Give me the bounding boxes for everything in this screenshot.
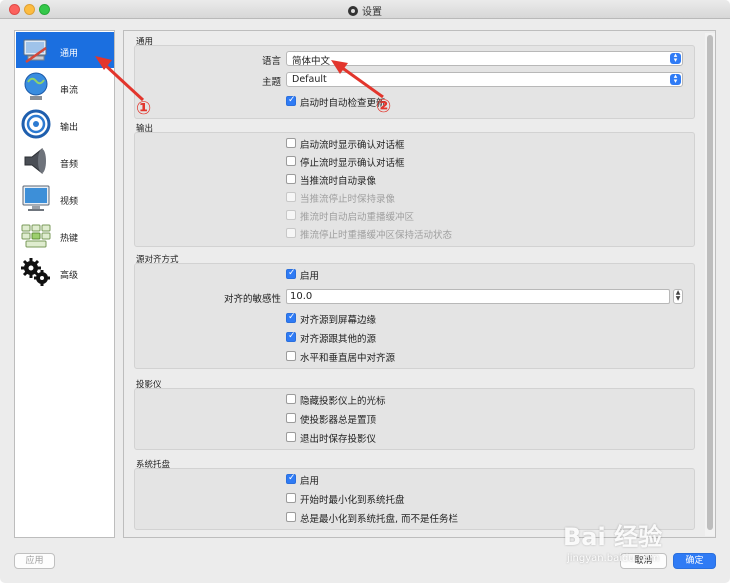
checkbox-box (286, 473, 296, 484)
advanced-icon (21, 258, 50, 286)
sidebar-item-hotkeys[interactable]: 热键 (16, 217, 114, 253)
sidebar-item-label: 高级 (60, 271, 79, 281)
output-icon (21, 109, 51, 139)
general-group: 语言 简体中文 ▴▾ 主题 Default ▴▾ 启动时自动检查更新 (134, 45, 695, 119)
checkbox-box (286, 394, 296, 404)
snap-sensitivity-value: 10.0 (290, 291, 313, 302)
checkbox-box (286, 138, 296, 148)
checkbox-label: 启动流时显示确认对话框 (300, 140, 405, 151)
sidebar-item-general[interactable]: 通用 (16, 32, 114, 68)
checkbox-label: 启用 (300, 271, 320, 282)
snap-sensitivity-label: 对齐的敏感性 (223, 294, 281, 305)
settings-window: 设置 通用 串流 输出 音频 视频 热键 高级 通用 语言 简体中文 ▴ ▾ 主… (0, 0, 730, 583)
general-icon (23, 39, 47, 64)
checkbox-box (286, 512, 296, 522)
checkbox-label: 退出时保存投影仪 (300, 434, 377, 445)
checkbox-box (286, 413, 296, 423)
checkbox-label: 推流时自动启动重播缓冲区 (300, 212, 415, 223)
checkbox-box (286, 95, 296, 106)
checkbox-box (286, 156, 296, 166)
chevron-updown-icon: ▴ ▾ (670, 73, 681, 85)
theme-label: 主题 (261, 77, 281, 88)
settings-sidebar: 通用 串流 输出 音频 视频 热键 高级 (14, 30, 115, 538)
language-value: 简体中文 (292, 56, 331, 67)
language-select[interactable]: 简体中文 ▴ ▾ (286, 51, 683, 67)
scrollbar-thumb[interactable] (707, 35, 713, 530)
checkbox-label: 总是最小化到系统托盘, 而不是任务栏 (300, 514, 459, 525)
checkbox-label: 当推流停止时保持录像 (300, 194, 396, 205)
title-bar: 设置 (0, 0, 730, 19)
checkbox-box (286, 312, 296, 323)
audio-icon (24, 147, 46, 175)
checkbox-box (286, 493, 296, 503)
checkbox-label: 当推流时自动录像 (300, 176, 377, 187)
sidebar-item-label: 通用 (60, 49, 79, 59)
window-title-wrap: 设置 (0, 3, 730, 18)
checkbox-box (286, 228, 296, 238)
theme-select[interactable]: Default ▴ ▾ (286, 72, 683, 87)
checkbox-box (286, 432, 296, 442)
checkbox-label: 启用 (300, 476, 320, 487)
sidebar-item-label: 视频 (60, 197, 79, 207)
apply-button[interactable]: 应用 (14, 553, 55, 569)
checkbox-box (286, 268, 296, 279)
watermark-brand: Bai 经验 (563, 523, 663, 551)
window-title: 设置 (362, 7, 382, 18)
checkbox-box (286, 331, 296, 342)
obs-logo-icon (348, 6, 358, 16)
stream-icon (24, 72, 48, 100)
checkbox-label: 隐藏投影仪上的光标 (300, 396, 386, 407)
sidebar-item-label: 串流 (60, 86, 79, 96)
watermark-url: jingyan.baidu.com (567, 553, 660, 564)
checkbox-label: 开始时最小化到系统托盘 (300, 495, 405, 506)
hotkeys-icon (21, 224, 51, 248)
checkbox-label: 推流停止时重播缓冲区保持活动状态 (300, 230, 453, 241)
sidebar-item-output[interactable]: 输出 (16, 106, 114, 142)
settings-content: 通用 语言 简体中文 ▴▾ 主题 Default ▴▾ 启动时自动检查更新 输出… (123, 30, 716, 538)
checkbox-label: 对齐源到屏幕边缘 (300, 315, 377, 326)
theme-value: Default (292, 74, 327, 85)
sidebar-item-label: 输出 (60, 123, 79, 133)
annotation-marker-1: ① (136, 98, 152, 119)
sidebar-item-label: 热键 (60, 234, 79, 244)
checkbox-label: 对齐源跟其他的源 (300, 334, 377, 345)
annotation-marker-2: ② (376, 96, 392, 117)
chevron-updown-icon: ▴ ▾ (670, 52, 681, 64)
language-label: 语言 (261, 56, 281, 67)
sidebar-item-audio[interactable]: 音频 (16, 143, 114, 179)
checkbox-box (286, 351, 296, 361)
checkbox-label: 使投影器总是置顶 (300, 415, 377, 426)
snap-sensitivity-stepper[interactable]: ▲ ▼ (673, 289, 683, 304)
checkbox-box (286, 174, 296, 184)
sidebar-item-label: 音频 (60, 160, 79, 170)
snap-sensitivity-input[interactable]: 10.0 (286, 289, 670, 304)
sidebar-item-video[interactable]: 视频 (16, 180, 114, 216)
checkbox-label: 水平和垂直居中对齐源 (300, 353, 396, 364)
baidu-watermark: Bai 经验 jingyan.baidu.com (563, 517, 703, 577)
checkbox-box (286, 210, 296, 220)
sidebar-item-advanced[interactable]: 高级 (16, 254, 114, 290)
checkbox-label: 停止流时显示确认对话框 (300, 158, 405, 169)
checkbox-box (286, 192, 296, 202)
sidebar-item-stream[interactable]: 串流 (16, 69, 114, 105)
video-icon (22, 185, 50, 211)
snapping-group: 启用 对齐的敏感性 10.0 ▲▼ 对齐源到屏幕边缘 对齐源跟其他的源 水平和垂… (134, 263, 695, 369)
output-group: 启动流时显示确认对话框 停止流时显示确认对话框 当推流时自动录像 当推流停止时保… (134, 132, 695, 247)
projectors-group: 隐藏投影仪上的光标 使投影器总是置顶 退出时保存投影仪 (134, 388, 695, 450)
checkbox-label: 启动时自动检查更新 (300, 98, 386, 109)
